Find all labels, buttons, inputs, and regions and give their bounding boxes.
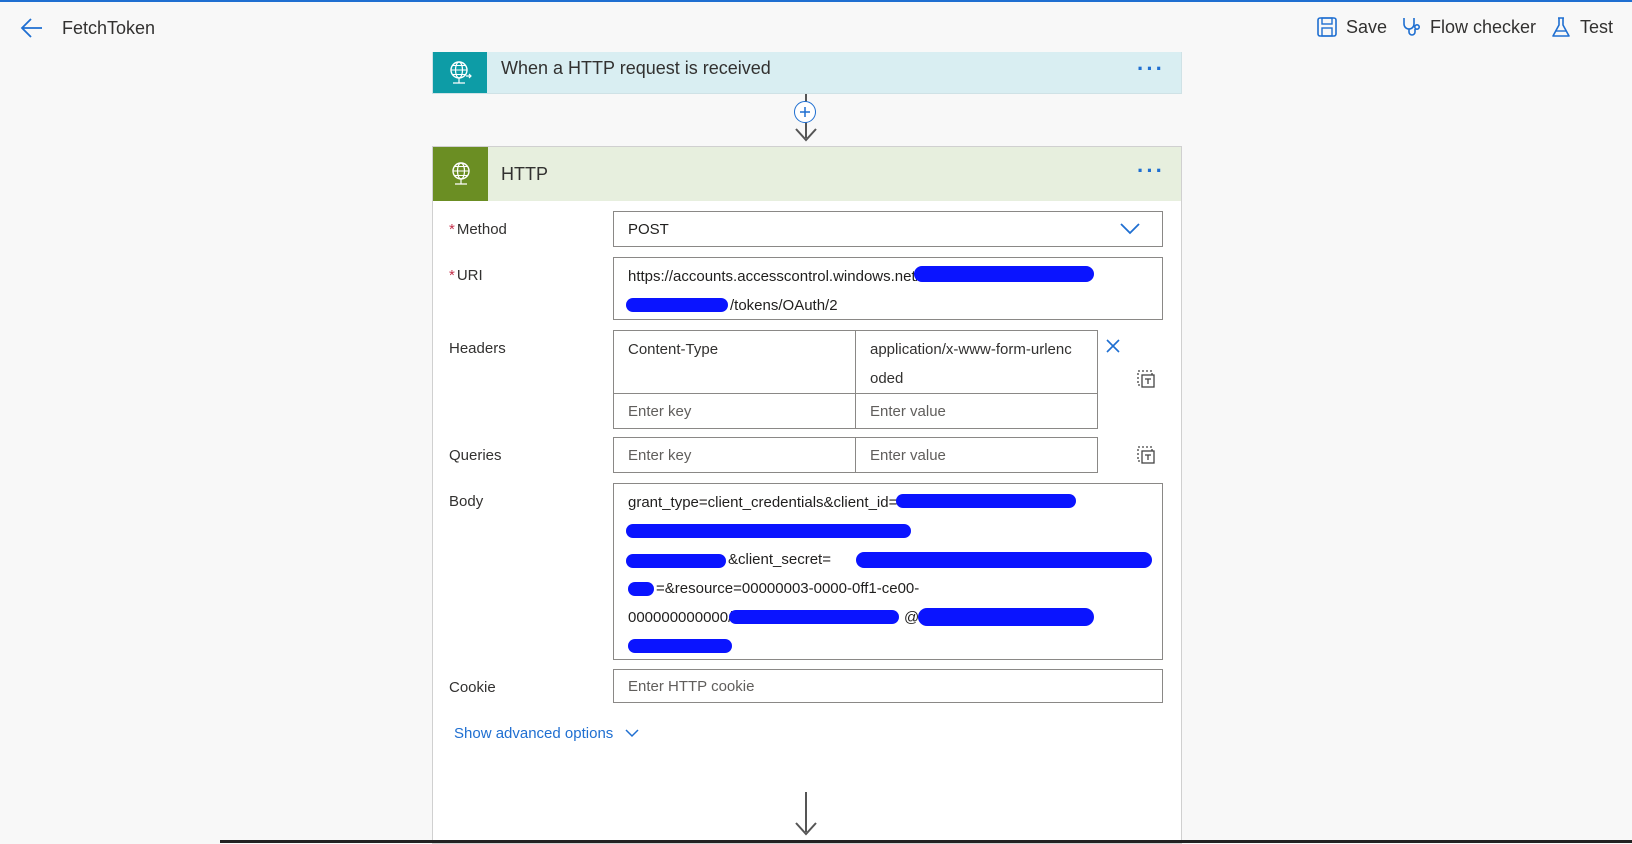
- show-advanced-options-link[interactable]: Show advanced options: [454, 725, 639, 742]
- headers-label: Headers: [449, 340, 506, 357]
- down-arrow-icon: [795, 128, 817, 142]
- flow-checker-button[interactable]: Flow checker: [1400, 16, 1536, 38]
- method-value: POST: [628, 221, 669, 238]
- http-icon-box: [433, 147, 488, 201]
- test-button[interactable]: Test: [1550, 16, 1613, 38]
- body-line-4: =&resource=00000003-0000-0ff1-ce00-: [656, 580, 920, 597]
- redaction-mark: [626, 524, 911, 538]
- header-key-input[interactable]: Content-Type: [613, 330, 856, 394]
- save-label: Save: [1346, 16, 1388, 37]
- trigger-more-button[interactable]: ···: [1137, 56, 1165, 82]
- redaction-mark: [628, 639, 732, 653]
- method-label: * Method: [449, 221, 507, 238]
- uri-label: * URI: [449, 267, 483, 284]
- body-line-1: grant_type=client_credentials&client_id=: [628, 494, 898, 511]
- body-line-5-start: 000000000000/: [628, 609, 733, 626]
- queries-label: Queries: [449, 447, 502, 464]
- query-key-input[interactable]: Enter key: [613, 437, 856, 473]
- chevron-down-icon: [625, 729, 639, 738]
- redaction-mark: [896, 494, 1076, 508]
- uri-line-2: /tokens/OAuth/2: [730, 297, 838, 314]
- stethoscope-icon: [1403, 18, 1421, 36]
- cookie-placeholder: Enter HTTP cookie: [628, 678, 755, 695]
- key-placeholder: Enter key: [628, 403, 692, 420]
- key-placeholder: Enter key: [628, 447, 692, 464]
- method-dropdown[interactable]: POST: [613, 211, 1163, 247]
- body-line-3: &client_secret=: [728, 551, 831, 568]
- value-placeholder: Enter value: [870, 403, 946, 420]
- insert-step-button[interactable]: [794, 101, 816, 123]
- body-line-5-at: @: [904, 609, 920, 626]
- http-more-button[interactable]: ···: [1137, 158, 1165, 184]
- down-arrow-icon: [795, 822, 817, 836]
- redaction-mark: [729, 610, 899, 624]
- http-action-card: HTTP ··· * Method POST * URI https://accou…: [432, 146, 1182, 844]
- flask-icon: [1552, 17, 1570, 37]
- redaction-mark: [626, 298, 728, 312]
- redaction-mark: [918, 608, 1094, 626]
- chevron-down-icon: [1120, 223, 1140, 235]
- header-value-line-2: oded: [870, 370, 904, 387]
- advanced-label: Show advanced options: [454, 725, 614, 742]
- command-bar: FetchToken Save Flow checker Test: [0, 0, 1632, 52]
- back-button[interactable]: [18, 14, 46, 42]
- redaction-mark: [628, 582, 654, 596]
- switch-text-mode-icon[interactable]: [1136, 445, 1156, 465]
- uri-label-text: URI: [456, 267, 483, 284]
- header-new-value-input[interactable]: Enter value: [855, 393, 1098, 429]
- header-key-value: Content-Type: [628, 341, 719, 358]
- header-value-line-1: application/x-www-form-urlenc: [870, 341, 1072, 358]
- required-marker: *: [449, 267, 455, 284]
- required-marker: *: [449, 221, 455, 238]
- flow-checker-label: Flow checker: [1430, 16, 1537, 37]
- flow-name: FetchToken: [62, 18, 156, 38]
- http-title: HTTP: [501, 164, 548, 184]
- back-arrow-icon: [20, 18, 42, 38]
- trigger-card[interactable]: When a HTTP request is received ···: [432, 52, 1182, 94]
- uri-input[interactable]: https://accounts.accesscontrol.windows.n…: [613, 257, 1163, 320]
- test-label: Test: [1580, 16, 1614, 37]
- trigger-icon-box: [433, 52, 487, 93]
- cookie-input[interactable]: Enter HTTP cookie: [613, 669, 1163, 703]
- close-icon[interactable]: [1105, 338, 1121, 354]
- plus-icon: [800, 107, 810, 117]
- globe-request-icon: [450, 60, 472, 84]
- header-value-input[interactable]: application/x-www-form-urlenc oded: [855, 330, 1098, 394]
- save-icon: [1317, 17, 1337, 37]
- designer-canvas: When a HTTP request is received ··· HTTP…: [0, 52, 1632, 844]
- redaction-mark: [914, 266, 1094, 282]
- cookie-label: Cookie: [449, 679, 496, 696]
- value-placeholder: Enter value: [870, 447, 946, 464]
- uri-line-1: https://accounts.accesscontrol.windows.n…: [628, 268, 920, 285]
- header-new-key-input[interactable]: Enter key: [613, 393, 856, 429]
- save-button[interactable]: Save: [1316, 16, 1387, 38]
- body-input[interactable]: grant_type=client_credentials&client_id=…: [613, 483, 1163, 660]
- method-label-text: Method: [456, 221, 507, 238]
- body-label: Body: [449, 493, 484, 510]
- globe-http-icon: [451, 162, 470, 185]
- switch-text-mode-icon[interactable]: [1136, 369, 1156, 389]
- redaction-mark: [626, 554, 726, 568]
- http-card-header[interactable]: HTTP ···: [433, 147, 1181, 201]
- redaction-mark: [856, 552, 1152, 568]
- query-value-input[interactable]: Enter value: [855, 437, 1098, 473]
- trigger-title: When a HTTP request is received: [501, 58, 771, 78]
